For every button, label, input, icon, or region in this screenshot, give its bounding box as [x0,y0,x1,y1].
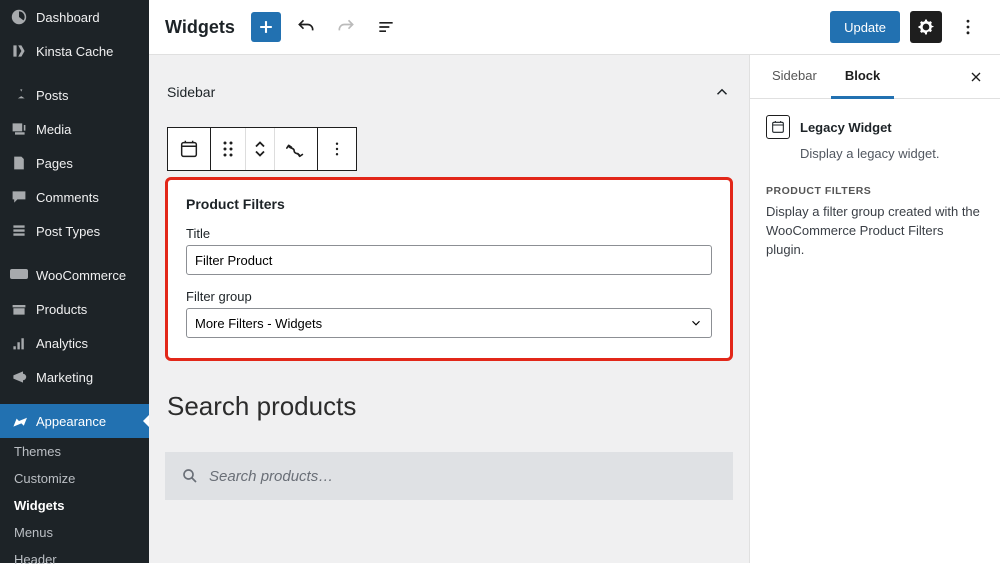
menu-woocommerce[interactable]: WooCommerce [0,258,149,292]
submenu-customize[interactable]: Customize [0,465,149,492]
menu-appearance[interactable]: Appearance [0,404,149,438]
menu-label: WooCommerce [36,268,139,283]
add-block-button[interactable] [251,12,281,42]
heading-block[interactable]: Search products [167,391,733,422]
tab-block[interactable]: Block [831,56,894,99]
chevron-down-icon [689,316,703,330]
move-to-area-button[interactable] [275,128,318,170]
editor-canvas: Sidebar Product [149,55,749,563]
submenu-header[interactable]: Header [0,546,149,573]
title-input[interactable] [186,245,712,275]
select-value: More Filters - Widgets [195,316,322,331]
close-inspector-button[interactable] [960,69,992,85]
widget-area-name: Sidebar [167,84,215,100]
block-description: Display a legacy widget. [800,145,984,163]
search-placeholder: Search products… [209,468,333,485]
chevron-down-icon [254,149,266,158]
menu-media[interactable]: Media [0,112,149,146]
submenu-menus[interactable]: Menus [0,519,149,546]
menu-comments[interactable]: Comments [0,180,149,214]
search-block[interactable]: Search products… [165,452,733,500]
analytics-icon [10,334,28,352]
undo-button[interactable] [291,12,321,42]
inspector-tabs: Sidebar Block [750,55,1000,99]
media-icon [10,120,28,138]
block-more-button[interactable] [318,128,356,170]
kinsta-icon [10,42,28,60]
chevron-up-icon [254,140,266,149]
menu-label: Post Types [36,224,139,239]
menu-kinsta-cache[interactable]: Kinsta Cache [0,34,149,68]
menu-label: Dashboard [36,10,139,25]
submenu-widgets[interactable]: Widgets [0,492,149,519]
menu-label: Media [36,122,139,137]
section-label: PRODUCT FILTERS [766,185,984,197]
menu-label: Kinsta Cache [36,44,139,59]
inspector-panel: Sidebar Block Legacy Widget Display a le… [749,55,1000,563]
settings-button[interactable] [910,11,942,43]
admin-sidebar: Dashboard Kinsta Cache Posts Media Pages… [0,0,149,563]
move-buttons[interactable] [246,128,275,170]
filter-group-label: Filter group [186,289,712,304]
dashboard-icon [10,8,28,26]
title-label: Title [186,226,712,241]
menu-analytics[interactable]: Analytics [0,326,149,360]
widget-heading: Product Filters [186,196,712,212]
post-types-icon [10,222,28,240]
block-toolbar [167,127,357,171]
editor-topbar: Widgets Update [149,0,1000,55]
page-title: Widgets [165,17,235,38]
block-name: Legacy Widget [800,120,892,135]
menu-label: Appearance [36,414,139,429]
block-type-button[interactable] [168,128,211,170]
pages-icon [10,154,28,172]
menu-marketing[interactable]: Marketing [0,360,149,394]
pin-icon [10,86,28,104]
menu-products[interactable]: Products [0,292,149,326]
chevron-up-icon[interactable] [713,83,731,101]
menu-dashboard[interactable]: Dashboard [0,0,149,34]
menu-label: Pages [36,156,139,171]
appearance-icon [10,412,28,430]
redo-button[interactable] [331,12,361,42]
menu-label: Marketing [36,370,139,385]
legacy-widget-icon [766,115,790,139]
menu-label: Products [36,302,139,317]
more-options-button[interactable] [952,11,984,43]
marketing-icon [10,368,28,386]
menu-label: Comments [36,190,139,205]
widget-area-header[interactable]: Sidebar [149,83,749,113]
filter-group-select[interactable]: More Filters - Widgets [186,308,712,338]
submenu-themes[interactable]: Themes [0,438,149,465]
legacy-widget-block[interactable]: Product Filters Title Filter group More … [165,177,733,361]
products-icon [10,300,28,318]
menu-post-types[interactable]: Post Types [0,214,149,248]
menu-pages[interactable]: Pages [0,146,149,180]
search-icon [181,467,199,485]
menu-posts[interactable]: Posts [0,78,149,112]
woocommerce-icon [10,266,28,284]
comments-icon [10,188,28,206]
drag-handle[interactable] [211,128,246,170]
section-description: Display a filter group created with the … [766,203,984,260]
list-view-button[interactable] [371,12,401,42]
menu-label: Posts [36,88,139,103]
tab-sidebar[interactable]: Sidebar [758,56,831,99]
menu-label: Analytics [36,336,139,351]
update-button[interactable]: Update [830,11,900,43]
